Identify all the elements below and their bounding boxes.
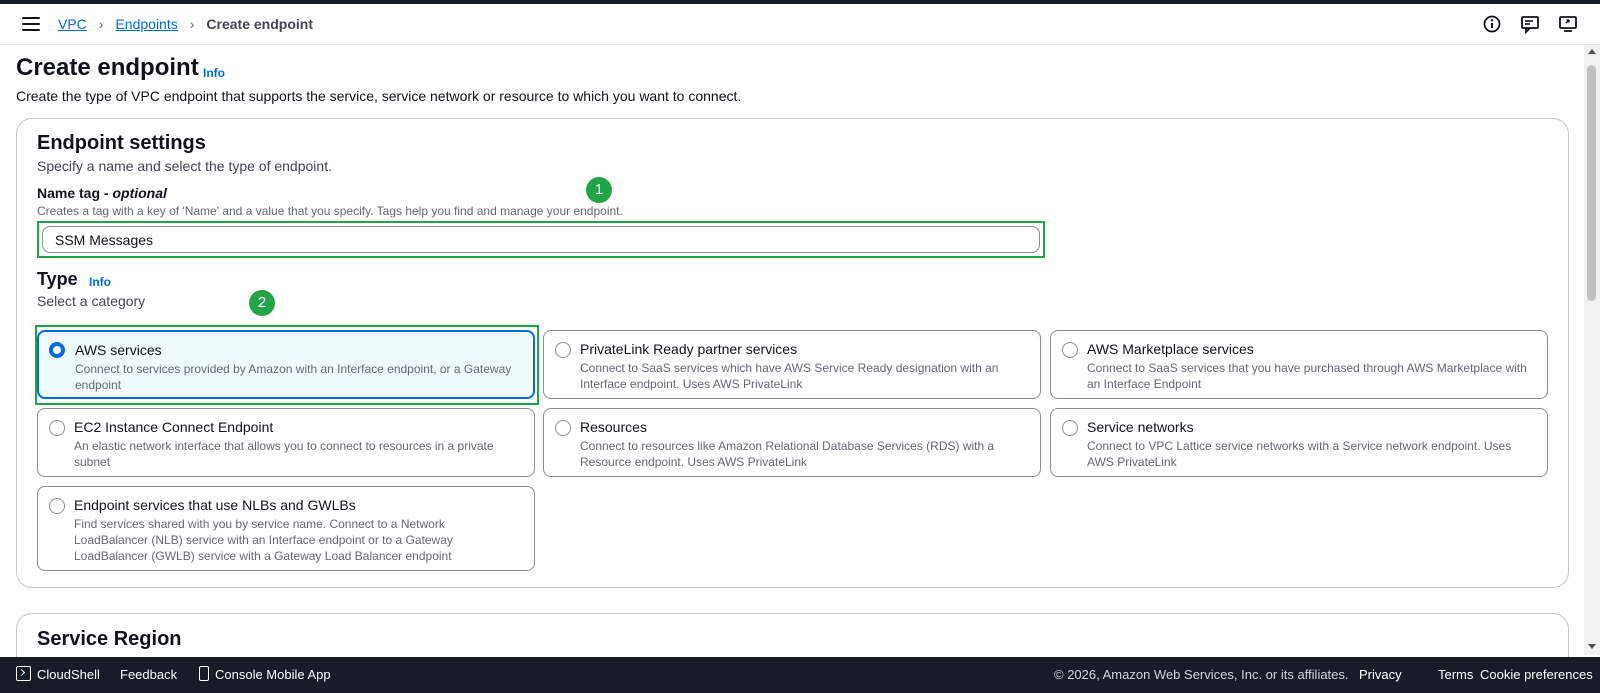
tile-description: Connect to resources like Amazon Relatio… (580, 439, 995, 469)
tile-title: EC2 Instance Connect Endpoint (74, 419, 274, 435)
radio-ec2-instance-connect[interactable] (49, 420, 65, 436)
radio-service-networks[interactable] (1062, 420, 1078, 436)
tile-ec2-instance-connect[interactable]: EC2 Instance Connect Endpoint An elastic… (37, 408, 535, 477)
cloudshell-icon[interactable] (16, 666, 31, 681)
type-info-link[interactable]: Info (89, 275, 111, 289)
breadcrumb: VPC › Endpoints › Create endpoint (58, 16, 313, 32)
breadcrumb-vpc-link[interactable]: VPC (58, 16, 87, 32)
name-tag-label-text: Name tag - (37, 185, 113, 201)
tile-title: Service networks (1087, 419, 1194, 435)
cloudshell-button[interactable]: CloudShell (37, 667, 100, 682)
type-heading: Type (37, 269, 78, 289)
scrollbar-thumb[interactable] (1587, 65, 1596, 301)
copyright-text: © 2026, Amazon Web Services, Inc. or its… (1054, 667, 1349, 682)
tile-privatelink-partner[interactable]: PrivateLink Ready partner services Conne… (543, 330, 1041, 399)
endpoint-settings-heading: Endpoint settings (37, 132, 206, 154)
scroll-down-icon[interactable] (1588, 644, 1596, 649)
name-tag-input[interactable] (42, 226, 1040, 253)
tile-aws-services[interactable]: AWS services Connect to services provide… (37, 330, 535, 399)
tile-endpoint-services-nlb-gwlb[interactable]: Endpoint services that use NLBs and GWLB… (37, 486, 535, 571)
tile-title: AWS Marketplace services (1087, 341, 1254, 357)
annotation-step-1: 1 (586, 177, 612, 203)
tile-description: Connect to SaaS services that you have p… (1087, 361, 1527, 391)
annotation-step-2: 2 (249, 290, 275, 316)
endpoint-settings-description: Specify a name and select the type of en… (37, 158, 332, 174)
console-mobile-app-link[interactable]: Console Mobile App (215, 667, 331, 682)
radio-aws-marketplace[interactable] (1062, 342, 1078, 358)
tile-service-networks[interactable]: Service networks Connect to VPC Lattice … (1050, 408, 1548, 477)
menu-icon[interactable] (22, 17, 40, 31)
radio-privatelink-partner[interactable] (555, 342, 571, 358)
feedback-icon[interactable] (1520, 14, 1540, 34)
breadcrumb-endpoints-link[interactable]: Endpoints (115, 16, 177, 32)
tile-title: Resources (580, 419, 647, 435)
top-navigation-bar: VPC › Endpoints › Create endpoint (0, 4, 1600, 45)
chevron-right-icon: › (189, 16, 195, 32)
page-description: Create the type of VPC endpoint that sup… (16, 88, 742, 104)
name-tag-label: Name tag - optional (37, 185, 167, 201)
mobile-icon[interactable] (199, 666, 209, 681)
tile-title: PrivateLink Ready partner services (580, 341, 798, 357)
info-circle-icon[interactable] (1482, 14, 1502, 34)
tile-resources[interactable]: Resources Connect to resources like Amaz… (543, 408, 1041, 477)
privacy-link[interactable]: Privacy (1359, 667, 1402, 682)
radio-aws-services[interactable] (49, 342, 65, 358)
endpoint-settings-panel: Endpoint settings Specify a name and sel… (16, 118, 1569, 588)
page-info-link[interactable]: Info (203, 66, 225, 80)
chevron-right-icon: › (98, 16, 104, 32)
display-icon[interactable] (1558, 14, 1578, 34)
radio-endpoint-services-nlb-gwlb[interactable] (49, 498, 65, 514)
feedback-button[interactable]: Feedback (120, 667, 177, 682)
cookie-preferences-link[interactable]: Cookie preferences (1480, 667, 1593, 682)
tile-title: Endpoint services that use NLBs and GWLB… (74, 497, 356, 513)
page-title: Create endpoint (16, 54, 199, 81)
name-tag-optional: optional (112, 185, 167, 201)
service-region-heading: Service Region (37, 628, 182, 650)
page-scrollbar[interactable] (1584, 45, 1600, 655)
terms-link[interactable]: Terms (1438, 667, 1473, 682)
name-input-highlight (37, 221, 1045, 258)
tile-description: Find services shared with you by service… (74, 517, 453, 563)
tile-description: Connect to SaaS services which have AWS … (580, 361, 999, 391)
breadcrumb-current: Create endpoint (206, 16, 313, 32)
type-description: Select a category (37, 293, 146, 309)
tile-title: AWS services (75, 342, 162, 358)
radio-resources[interactable] (555, 420, 571, 436)
tile-description: An elastic network interface that allows… (74, 439, 494, 469)
tile-description: Connect to VPC Lattice service networks … (1087, 439, 1512, 469)
tile-aws-marketplace[interactable]: AWS Marketplace services Connect to SaaS… (1050, 330, 1548, 399)
console-footer: CloudShell Feedback Console Mobile App ©… (0, 657, 1600, 693)
scroll-up-icon[interactable] (1588, 49, 1596, 54)
tile-description: Connect to services provided by Amazon w… (75, 362, 512, 392)
name-tag-hint: Creates a tag with a key of 'Name' and a… (37, 204, 623, 218)
top-icons (1482, 14, 1578, 34)
